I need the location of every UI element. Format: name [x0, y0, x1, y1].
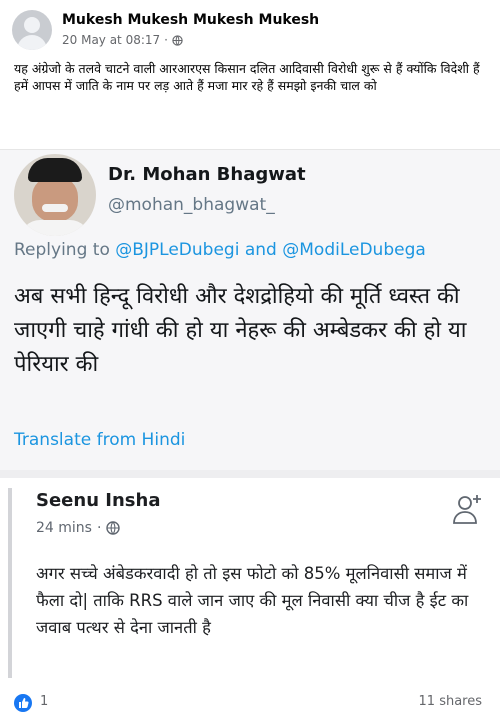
avatar-placeholder-head — [24, 17, 40, 33]
meta-separator: · — [164, 33, 168, 47]
add-friend-icon — [453, 495, 481, 524]
tweet-translate-link: Translate from Hindi — [14, 430, 186, 450]
reply-user-1: @BJPLeDubegi — [115, 240, 240, 260]
comment-text: अगर सच्चे अंबेडकरवादी हो तो इस फोटो को 8… — [36, 564, 469, 637]
shared-image[interactable]: Dr. Mohan Bhagwat @mohan_bhagwat_ Replyi… — [0, 140, 500, 686]
avatar-placeholder-body — [17, 35, 47, 50]
post-text: यह अंग्रेजो के तलवे चाटने वाली आरआरएस कि… — [14, 61, 480, 93]
comment-separator: · — [96, 520, 102, 536]
avatar-face — [32, 176, 78, 222]
reply-and: and — [244, 240, 277, 260]
tweet-display-name: Dr. Mohan Bhagwat — [108, 164, 306, 185]
image-top-strip — [0, 140, 500, 150]
avatar-moustache — [42, 204, 68, 212]
avatar-cap — [28, 158, 82, 182]
comment-screenshot: Seenu Insha 24 mins · अगर सच्चे अंबेडकरव… — [0, 470, 500, 686]
post-meta: 20 May at 08:17 · — [62, 33, 183, 47]
like-reaction-icon[interactable] — [14, 694, 32, 712]
post-author-name[interactable]: Mukesh Mukesh Mukesh Mukesh — [62, 12, 319, 28]
avatar-shirt — [20, 220, 90, 236]
author-avatar[interactable] — [12, 10, 52, 50]
tweet-replying-to: Replying to @BJPLeDubegi and @ModiLeDube… — [14, 240, 426, 260]
post-timestamp[interactable]: 20 May at 08:17 — [62, 33, 160, 47]
post-header: Mukesh Mukesh Mukesh Mukesh 20 May at 08… — [12, 10, 488, 54]
globe-icon — [106, 521, 121, 535]
comment-time: 24 mins — [36, 520, 92, 536]
comment-meta: 24 mins · — [36, 520, 121, 536]
tweet-avatar — [14, 154, 96, 236]
tweet-body: अब सभी हिन्दू विरोधी और देशद्रोहियो की म… — [14, 284, 467, 377]
like-count[interactable]: 1 — [40, 694, 48, 709]
tweet-handle: @mohan_bhagwat_ — [108, 195, 275, 215]
comment-author-name: Seenu Insha — [36, 490, 161, 511]
reply-prefix: Replying to — [14, 240, 110, 260]
post-footer: 1 11 shares — [0, 686, 500, 719]
reply-user-2: @ModiLeDubega — [282, 240, 426, 260]
comment-thread-bar — [8, 488, 12, 678]
globe-icon[interactable] — [172, 34, 183, 46]
share-count[interactable]: 11 shares — [419, 694, 482, 709]
